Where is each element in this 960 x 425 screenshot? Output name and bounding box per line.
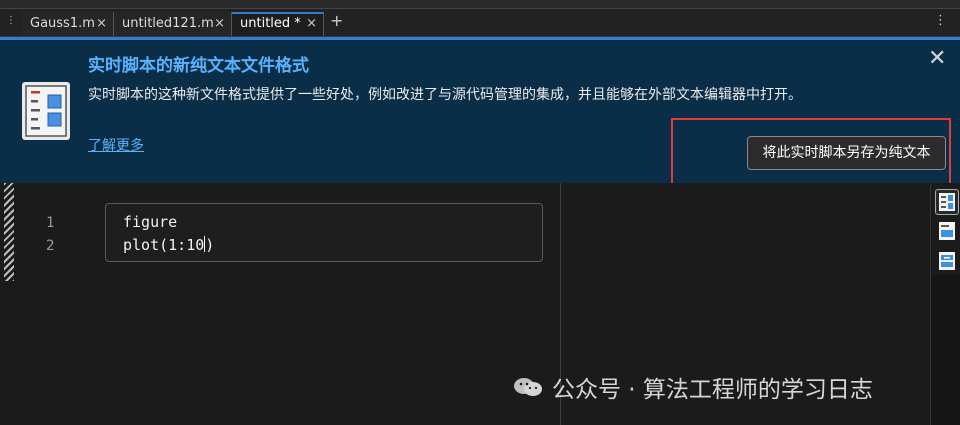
vertical-scrollbar[interactable] [931, 275, 960, 425]
banner-title: 实时脚本的新纯文本文件格式 [88, 56, 309, 76]
live-script-icon [22, 82, 70, 140]
toolstrip-edge [0, 0, 960, 9]
hide-code-icon[interactable] [938, 251, 956, 271]
wechat-icon [512, 376, 544, 398]
code-line[interactable]: plot(1:10) [123, 236, 214, 254]
tab-label: untitled * [240, 16, 301, 31]
watermark-text: 公众号 · 算法工程师的学习日志 [552, 377, 873, 403]
banner-message: 实时脚本的这种新文件格式提供了一些好处，例如改进了与源代码管理的集成，并且能够在… [88, 87, 802, 103]
tab-untitled[interactable]: untitled * × [232, 12, 324, 36]
tab-label: Gauss1.m [30, 16, 95, 31]
output-right-icon[interactable] [935, 189, 959, 215]
tab-gauss1[interactable]: Gauss1.m × [22, 12, 114, 36]
tab-options-icon[interactable]: ⋮ [934, 13, 947, 28]
tab-bar: ⋮ Gauss1.m × untitled121.m × untitled * … [0, 0, 960, 37]
code-line[interactable]: figure [123, 213, 177, 231]
line-number: 1 [46, 215, 55, 231]
tab-close-icon[interactable]: × [96, 12, 107, 36]
code-text: plot(1:10 [123, 236, 205, 254]
save-as-plain-text-button[interactable]: 将此实时脚本另存为纯文本 [747, 136, 946, 170]
code-section-bar [4, 183, 14, 281]
tab-close-icon[interactable]: × [306, 14, 317, 34]
tab-label: untitled121.m [122, 16, 214, 31]
learn-more-link[interactable]: 了解更多 [88, 135, 144, 155]
watermark: 公众号 · 算法工程师的学习日志 [512, 370, 873, 404]
line-number-gutter: 1 2 [14, 183, 70, 425]
info-banner: 实时脚本的新纯文本文件格式 实时脚本的这种新文件格式提供了一些好处，例如改进了与… [0, 37, 960, 188]
tab-close-icon[interactable]: × [214, 12, 225, 36]
code-text: ) [205, 236, 215, 254]
line-number: 2 [46, 238, 55, 254]
tab-untitled121[interactable]: untitled121.m × [114, 12, 232, 36]
code-block[interactable]: figure plot(1:10) [105, 203, 543, 262]
tab-grip-icon[interactable]: ⋮ [6, 15, 16, 27]
add-tab-icon[interactable]: + [330, 11, 343, 30]
close-icon[interactable]: ✕ [928, 46, 946, 71]
output-inline-icon[interactable] [938, 221, 956, 241]
